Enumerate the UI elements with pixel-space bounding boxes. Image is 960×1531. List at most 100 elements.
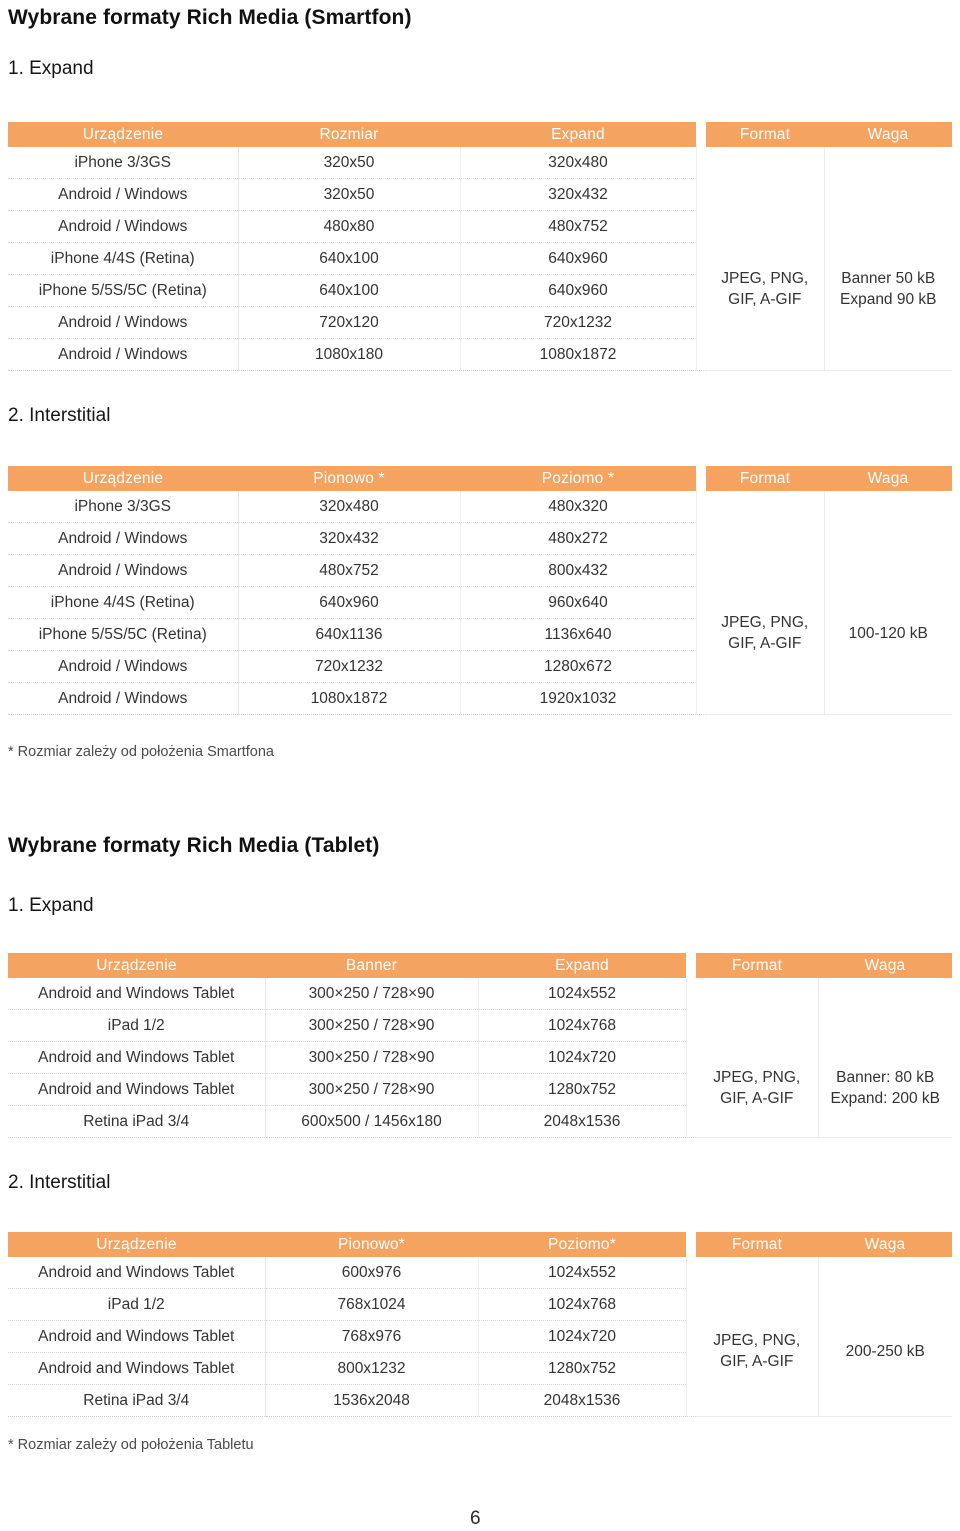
cell-banner: 600x500 / 1456x180 [265,1105,479,1138]
cell-spacer [686,978,696,1010]
cell-device: Android / Windows [8,650,239,683]
cell-landscape: 480x272 [460,522,697,555]
cell-format-pad [706,147,825,179]
col-header-urzadzenie: Urządzenie [8,466,238,491]
cell-expand: 2048x1536 [478,1105,687,1138]
waga-line-1: 100-120 kB [848,624,928,642]
cell-format-pad [696,978,819,1010]
col-header-spacer [696,466,706,491]
col-header-expand: Expand [478,953,686,978]
col-header-banner: Banner [265,953,478,978]
cell-size: 320x50 [238,178,461,211]
cell-device: iPhone 4/4S (Retina) [8,586,239,619]
cell-size: 320x50 [238,147,461,179]
cell-device: iPhone 5/5S/5C (Retina) [8,618,239,651]
col-header-format: Format [706,466,824,491]
cell-waga: 100-120 kB [824,554,952,715]
table-row: iPhone 3/3GS 320x480 480x320 [8,491,952,523]
cell-device: Android and Windows Tablet [8,978,266,1010]
table-row: Android / Windows 480x752 800x432 JPEG, … [8,554,952,715]
subsection-smartphone-expand: 1. Expand [8,58,94,79]
table-smartphone-interstitial: Urządzenie Pionowo * Poziomo * Format Wa… [8,466,952,715]
cell-device: Retina iPad 3/4 [8,1105,266,1138]
cell-size: 720x120 [238,306,461,339]
cell-format-pad [696,1257,819,1289]
page-title-tablet: Wybrane formaty Rich Media (Tablet) [8,834,380,857]
col-header-waga: Waga [824,122,952,147]
cell-waga-pad [824,491,952,523]
table-row: Android and Windows Tablet 300×250 / 728… [8,978,952,1010]
cell-expand: 480x752 [460,210,697,243]
cell-waga-pad [824,522,952,555]
format-line-1: JPEG, PNG, [721,270,809,288]
cell-spacer [696,178,706,211]
waga-line-1: Banner 50 kB [841,270,936,288]
col-header-pionowo: Pionowo * [238,466,460,491]
cell-spacer [686,1041,696,1138]
table-row: iPad 1/2 300×250 / 728×90 1024x768 [8,1009,952,1042]
cell-expand: 1024x552 [478,978,687,1010]
cell-device: iPad 1/2 [8,1009,266,1042]
format-line-1: JPEG, PNG, [721,614,809,632]
col-header-waga: Waga [818,953,952,978]
cell-format-pad [696,1009,819,1042]
document-page: Wybrane formaty Rich Media (Smartfon) 1.… [0,0,960,1531]
cell-size: 1080x180 [238,338,461,371]
format-line-2: GIF, A-GIF [720,1353,794,1371]
table-header-row: Urządzenie Rozmiar Expand Format Waga [8,122,952,147]
table-row: iPad 1/2 768x1024 1024x768 JPEG, PNG, GI… [8,1288,952,1417]
cell-banner: 300×250 / 728×90 [265,1009,479,1042]
cell-device: iPhone 3/3GS [8,147,239,179]
cell-expand: 1280x752 [478,1073,687,1106]
cell-device: Android and Windows Tablet [8,1257,266,1289]
cell-landscape: 1136x640 [460,618,697,651]
table-header-row: Urządzenie Banner Expand Format Waga [8,953,952,978]
cell-waga: Banner 50 kB Expand 90 kB [824,210,952,371]
format-line-1: JPEG, PNG, [713,1069,801,1087]
table-row: iPhone 3/3GS 320x50 320x480 [8,147,952,179]
format-line-2: GIF, A-GIF [720,1090,794,1108]
col-header-poziomo: Poziomo* [478,1232,686,1257]
table-row: Android / Windows 480x80 480x752 JPEG, P… [8,210,952,371]
table-tablet-expand: Urządzenie Banner Expand Format Waga And… [8,953,952,1138]
cell-format: JPEG, PNG, GIF, A-GIF [706,554,825,715]
cell-portrait: 768x1024 [265,1288,479,1321]
cell-landscape: 1280x752 [478,1352,687,1385]
cell-portrait: 768x976 [265,1320,479,1353]
cell-device: Android and Windows Tablet [8,1041,266,1074]
format-line-2: GIF, A-GIF [728,291,802,309]
cell-format-pad [706,491,825,523]
col-header-poziomo: Poziomo * [460,466,696,491]
cell-expand: 320x432 [460,178,697,211]
cell-banner: 300×250 / 728×90 [265,978,479,1010]
subsection-smartphone-interstitial: 2. Interstitial [8,405,111,426]
cell-device: Retina iPad 3/4 [8,1384,266,1417]
cell-device: Android and Windows Tablet [8,1320,266,1353]
col-header-spacer [686,1232,696,1257]
cell-device: Android / Windows [8,210,239,243]
cell-format-pad [706,178,825,211]
waga-line-2: Expand 90 kB [839,291,937,309]
cell-spacer [696,491,706,523]
col-header-waga: Waga [818,1232,952,1257]
cell-portrait: 800x1232 [265,1352,479,1385]
cell-format: JPEG, PNG, GIF, A-GIF [696,1288,819,1417]
cell-landscape: 800x432 [460,554,697,587]
cell-expand: 1080x1872 [460,338,697,371]
cell-portrait: 320x432 [238,522,461,555]
cell-landscape: 1920x1032 [460,682,697,715]
cell-device: iPad 1/2 [8,1288,266,1321]
format-line-1: JPEG, PNG, [713,1332,801,1350]
cell-spacer [686,1257,696,1289]
cell-spacer [696,554,706,715]
cell-landscape: 1024x768 [478,1288,687,1321]
col-header-format: Format [696,953,818,978]
waga-line-1: 200-250 kB [845,1342,925,1360]
cell-portrait: 640x1136 [238,618,461,651]
cell-device: Android / Windows [8,306,239,339]
format-line-2: GIF, A-GIF [728,635,802,653]
cell-spacer [696,147,706,179]
cell-device: iPhone 4/4S (Retina) [8,242,239,275]
page-title-smartphone: Wybrane formaty Rich Media (Smartfon) [8,6,412,29]
cell-size: 480x80 [238,210,461,243]
